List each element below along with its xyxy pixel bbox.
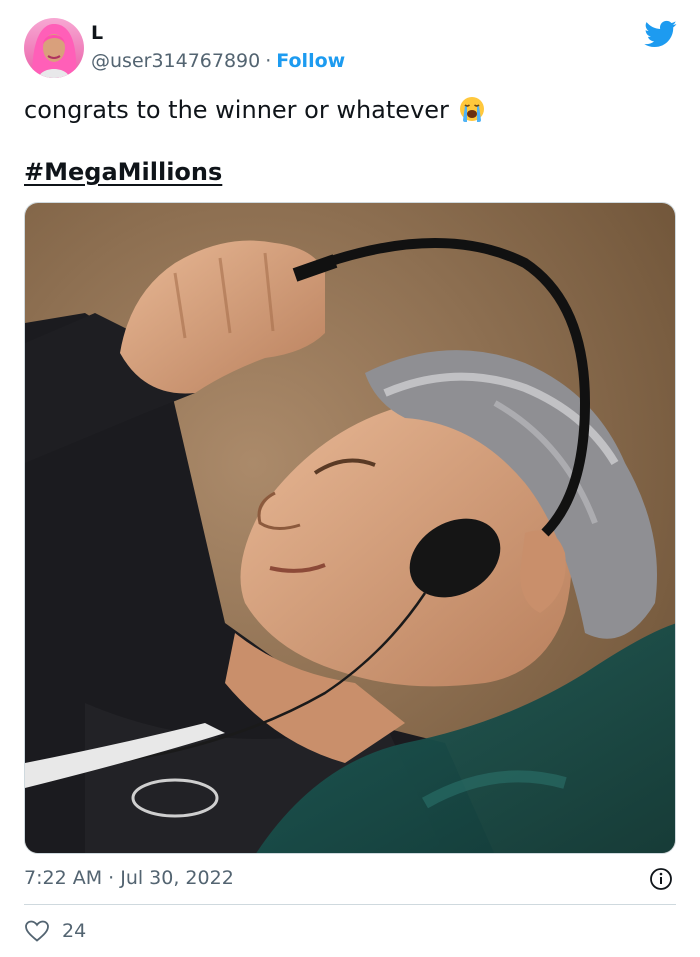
- display-name[interactable]: L: [91, 21, 103, 45]
- tweet-body: congrats to the winner or whatever: [24, 96, 449, 124]
- separator-dot: ·: [265, 50, 272, 72]
- like-count: 24: [62, 920, 87, 942]
- loudly-crying-face-icon: [457, 94, 487, 133]
- tweet-text: congrats to the winner or whatever: [24, 93, 487, 133]
- divider: [24, 904, 676, 905]
- tweet-timestamp[interactable]: 7:22 AM · Jul 30, 2022: [24, 866, 234, 890]
- avatar[interactable]: [24, 18, 84, 78]
- photo-illustration: [25, 203, 675, 853]
- info-icon[interactable]: [649, 867, 673, 891]
- follow-button[interactable]: Follow: [276, 50, 345, 72]
- heart-icon: [25, 920, 49, 942]
- user-handle[interactable]: @user314767890: [91, 50, 260, 72]
- twitter-bird-icon[interactable]: [643, 17, 677, 51]
- tweet-photo[interactable]: [24, 202, 676, 854]
- like-button[interactable]: 24: [24, 919, 86, 943]
- handle-row: @user314767890 · Follow: [91, 49, 345, 73]
- avatar-image: [24, 18, 84, 78]
- hashtag-link[interactable]: #MegaMillions: [24, 155, 222, 189]
